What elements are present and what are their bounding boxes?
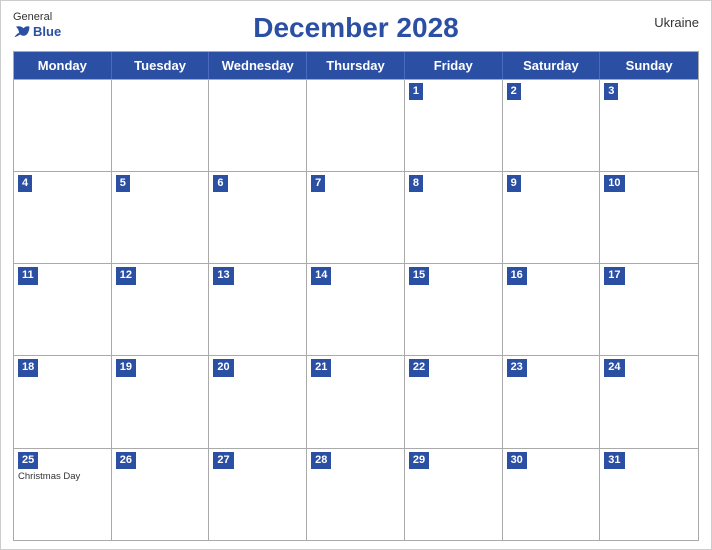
day-number: 7 (311, 175, 325, 192)
day-number: 6 (213, 175, 227, 192)
day-cell: 20 (209, 356, 307, 447)
day-number: 17 (604, 267, 624, 284)
week-row-3: 11 12 13 14 15 16 17 (14, 263, 698, 355)
day-cell: 2 (503, 80, 601, 171)
day-number: 13 (213, 267, 233, 284)
calendar-wrapper: General Blue December 2028 Ukraine Monda… (0, 0, 712, 550)
day-number: 31 (604, 452, 624, 469)
day-cell: 29 (405, 449, 503, 540)
day-cell: 31 (600, 449, 698, 540)
day-cell: 5 (112, 172, 210, 263)
week-row-4: 18 19 20 21 22 23 24 (14, 355, 698, 447)
day-number: 5 (116, 175, 130, 192)
day-number: 21 (311, 359, 331, 376)
day-number: 26 (116, 452, 136, 469)
day-number: 20 (213, 359, 233, 376)
calendar-header: General Blue December 2028 Ukraine (13, 11, 699, 45)
week-row-2: 4 5 6 7 8 9 10 (14, 171, 698, 263)
day-number: 12 (116, 267, 136, 284)
day-number: 24 (604, 359, 624, 376)
day-cell: 22 (405, 356, 503, 447)
day-cell: 16 (503, 264, 601, 355)
day-number: 27 (213, 452, 233, 469)
day-header-sunday: Sunday (600, 52, 698, 79)
day-number: 16 (507, 267, 527, 284)
day-cell: 27 (209, 449, 307, 540)
day-cell: 23 (503, 356, 601, 447)
day-cell: 28 (307, 449, 405, 540)
day-cell: 6 (209, 172, 307, 263)
day-number: 15 (409, 267, 429, 284)
day-number: 18 (18, 359, 38, 376)
country-label: Ukraine (654, 15, 699, 30)
day-cell: 7 (307, 172, 405, 263)
day-cell (209, 80, 307, 171)
day-header-wednesday: Wednesday (209, 52, 307, 79)
day-number: 4 (18, 175, 32, 192)
day-cell: 4 (14, 172, 112, 263)
calendar-title: December 2028 (253, 11, 458, 45)
day-number: 14 (311, 267, 331, 284)
day-cell (112, 80, 210, 171)
day-cell: 21 (307, 356, 405, 447)
day-cell: 19 (112, 356, 210, 447)
day-number: 30 (507, 452, 527, 469)
week-row-1: 1 2 3 (14, 79, 698, 171)
day-cell: 10 (600, 172, 698, 263)
logo-general-text: General (13, 11, 52, 24)
day-number: 28 (311, 452, 331, 469)
day-cell: 1 (405, 80, 503, 171)
day-cell: 14 (307, 264, 405, 355)
day-header-monday: Monday (14, 52, 112, 79)
logo-blue-text: Blue (13, 24, 61, 39)
day-number: 3 (604, 83, 618, 100)
day-number: 2 (507, 83, 521, 100)
day-cell: 26 (112, 449, 210, 540)
day-cell (14, 80, 112, 171)
calendar-grid: MondayTuesdayWednesdayThursdayFridaySatu… (13, 51, 699, 541)
day-number: 25 (18, 452, 38, 469)
day-cell: 12 (112, 264, 210, 355)
day-header-thursday: Thursday (307, 52, 405, 79)
day-cell: 18 (14, 356, 112, 447)
day-cell: 13 (209, 264, 307, 355)
day-number: 9 (507, 175, 521, 192)
event-label: Christmas Day (18, 471, 107, 482)
day-cell: 3 (600, 80, 698, 171)
day-header-tuesday: Tuesday (112, 52, 210, 79)
day-number: 11 (18, 267, 38, 284)
day-cell (307, 80, 405, 171)
day-cell: 17 (600, 264, 698, 355)
day-headers: MondayTuesdayWednesdayThursdayFridaySatu… (14, 52, 698, 79)
day-number: 29 (409, 452, 429, 469)
day-number: 8 (409, 175, 423, 192)
day-cell: 25 Christmas Day (14, 449, 112, 540)
day-cell: 11 (14, 264, 112, 355)
day-number: 23 (507, 359, 527, 376)
day-number: 22 (409, 359, 429, 376)
weeks-container: 1234567891011121314151617181920212223242… (14, 79, 698, 540)
day-number: 10 (604, 175, 624, 192)
day-header-friday: Friday (405, 52, 503, 79)
day-cell: 8 (405, 172, 503, 263)
logo-bird-icon (13, 25, 31, 39)
day-cell: 30 (503, 449, 601, 540)
logo: General Blue (13, 11, 61, 39)
day-number: 1 (409, 83, 423, 100)
week-row-5: 25 Christmas Day 26 27 28 29 30 31 (14, 448, 698, 540)
day-number: 19 (116, 359, 136, 376)
day-cell: 9 (503, 172, 601, 263)
day-header-saturday: Saturday (503, 52, 601, 79)
title-block: December 2028 (253, 11, 458, 45)
day-cell: 15 (405, 264, 503, 355)
day-cell: 24 (600, 356, 698, 447)
